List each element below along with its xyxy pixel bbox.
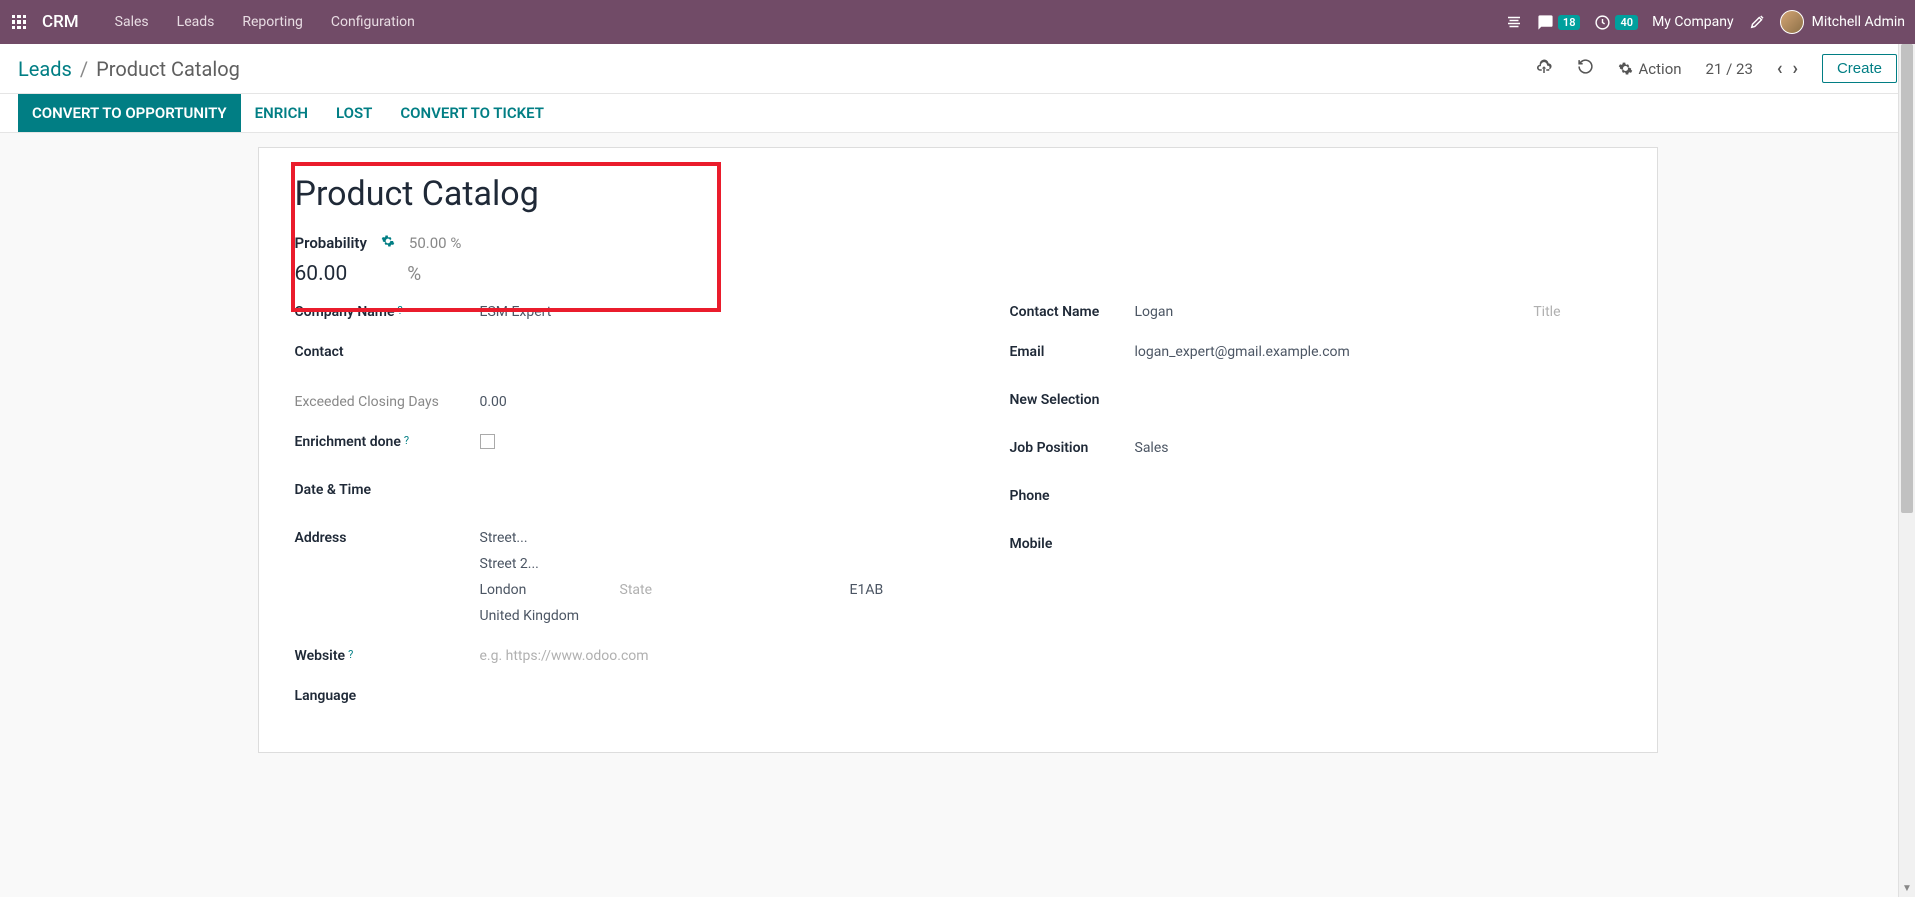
scroll-down-icon[interactable]: ▼ (1899, 880, 1915, 897)
zip-field[interactable]: E1AB (850, 582, 970, 598)
apps-icon[interactable] (10, 13, 28, 31)
probability-label-row: Probability 50.00 % (295, 234, 1621, 252)
probability-auto: 50.00 % (409, 234, 461, 252)
user-menu[interactable]: Mitchell Admin (1780, 10, 1905, 34)
breadcrumb-separator: / (80, 57, 88, 81)
probability-value-row: 60.00 % (295, 262, 1621, 286)
job-position-field[interactable]: Sales (1135, 440, 1621, 456)
form-sheet: Product Catalog Probability 50.00 % 60.0… (258, 147, 1658, 753)
website-field[interactable]: e.g. https://www.odoo.com (480, 648, 970, 664)
state-field[interactable]: State (620, 582, 740, 598)
probability-label: Probability (295, 234, 367, 252)
company-switcher[interactable]: My Company (1652, 14, 1734, 30)
contact-name-label: Contact Name (1010, 304, 1135, 320)
action-dropdown[interactable]: Action (1618, 60, 1682, 78)
job-position-label: Job Position (1010, 440, 1135, 456)
control-bar: Leads / Product Catalog Action 21 / 23 ‹… (0, 44, 1915, 94)
pager[interactable]: 21 / 23 (1706, 60, 1753, 78)
messages-badge: 18 (1558, 15, 1581, 30)
scrollbar[interactable]: ▲ ▼ (1898, 44, 1915, 897)
top-navbar: CRM Sales Leads Reporting Configuration … (0, 0, 1915, 44)
datetime-label: Date & Time (295, 482, 480, 498)
control-right: Action 21 / 23 ‹ › Create (1535, 54, 1898, 83)
street-field[interactable]: Street... (480, 530, 970, 546)
nav-right: 18 40 My Company Mitchell Admin (1505, 10, 1905, 34)
breadcrumb-current: Product Catalog (96, 57, 240, 81)
language-label: Language (295, 688, 480, 704)
breadcrumb: Leads / Product Catalog (18, 57, 240, 81)
scroll-thumb[interactable] (1901, 44, 1913, 513)
status-bar: CONVERT TO OPPORTUNITY ENRICH LOST CONVE… (0, 94, 1915, 133)
phone-label: Phone (1010, 488, 1135, 504)
enrich-button[interactable]: ENRICH (241, 94, 322, 132)
website-label: Website? (295, 648, 480, 664)
activities-badge: 40 (1615, 15, 1638, 30)
gear-icon[interactable] (381, 234, 395, 252)
create-button[interactable]: Create (1822, 54, 1897, 83)
pager-nav: ‹ › (1777, 58, 1798, 79)
pager-next[interactable]: › (1793, 58, 1798, 79)
mobile-label: Mobile (1010, 536, 1135, 552)
exceeded-closing-days-label: Exceeded Closing Days (295, 394, 480, 410)
enrichment-done-checkbox[interactable] (480, 434, 970, 453)
cloud-upload-icon[interactable] (1535, 58, 1553, 80)
nav-configuration[interactable]: Configuration (317, 0, 429, 44)
tools-icon[interactable] (1748, 13, 1766, 31)
company-name-label: Company Name? (295, 304, 480, 320)
form-columns: Company Name? ESM Expert Contact Exceede… (295, 304, 1621, 714)
email-label: Email (1010, 344, 1135, 360)
app-brand[interactable]: CRM (42, 12, 79, 32)
lost-button[interactable]: LOST (322, 94, 386, 132)
action-label: Action (1639, 60, 1682, 78)
probability-unit: % (407, 262, 421, 285)
contact-title-field[interactable]: Title (1533, 304, 1560, 320)
address-label: Address (295, 530, 480, 546)
nav-sales[interactable]: Sales (101, 0, 163, 44)
company-name-field[interactable]: ESM Expert (480, 304, 970, 320)
enrichment-done-label: Enrichment done? (295, 434, 480, 450)
main-content: Product Catalog Probability 50.00 % 60.0… (0, 133, 1915, 753)
phone-icon[interactable] (1505, 13, 1523, 31)
form-left-column: Company Name? ESM Expert Contact Exceede… (295, 304, 970, 714)
lead-title[interactable]: Product Catalog (295, 174, 1621, 214)
contact-label: Contact (295, 344, 480, 360)
breadcrumb-parent[interactable]: Leads (18, 57, 72, 81)
convert-to-opportunity-button[interactable]: CONVERT TO OPPORTUNITY (18, 94, 241, 132)
probability-input[interactable]: 60.00 (295, 262, 348, 286)
activities-icon[interactable]: 40 (1594, 14, 1638, 31)
pager-prev[interactable]: ‹ (1777, 58, 1783, 79)
nav-reporting[interactable]: Reporting (228, 0, 317, 44)
street2-field[interactable]: Street 2... (480, 556, 970, 572)
convert-to-ticket-button[interactable]: CONVERT TO TICKET (386, 94, 558, 132)
avatar (1780, 10, 1804, 34)
discard-icon[interactable] (1577, 58, 1594, 79)
nav-left: CRM Sales Leads Reporting Configuration (10, 0, 429, 44)
messages-icon[interactable]: 18 (1537, 14, 1581, 31)
email-field[interactable]: logan_expert@gmail.example.com (1135, 344, 1621, 360)
exceeded-closing-days-field: 0.00 (480, 394, 970, 410)
new-selection-label: New Selection (1010, 392, 1135, 408)
address-block: Street... Street 2... London State E1AB … (480, 530, 970, 634)
contact-name-field[interactable]: Logan (1135, 304, 1174, 320)
nav-leads[interactable]: Leads (163, 0, 229, 44)
city-field[interactable]: London (480, 582, 600, 598)
form-right-column: Contact Name Logan Title Email logan_exp… (1010, 304, 1621, 714)
user-name: Mitchell Admin (1812, 14, 1905, 30)
country-field[interactable]: United Kingdom (480, 608, 970, 624)
